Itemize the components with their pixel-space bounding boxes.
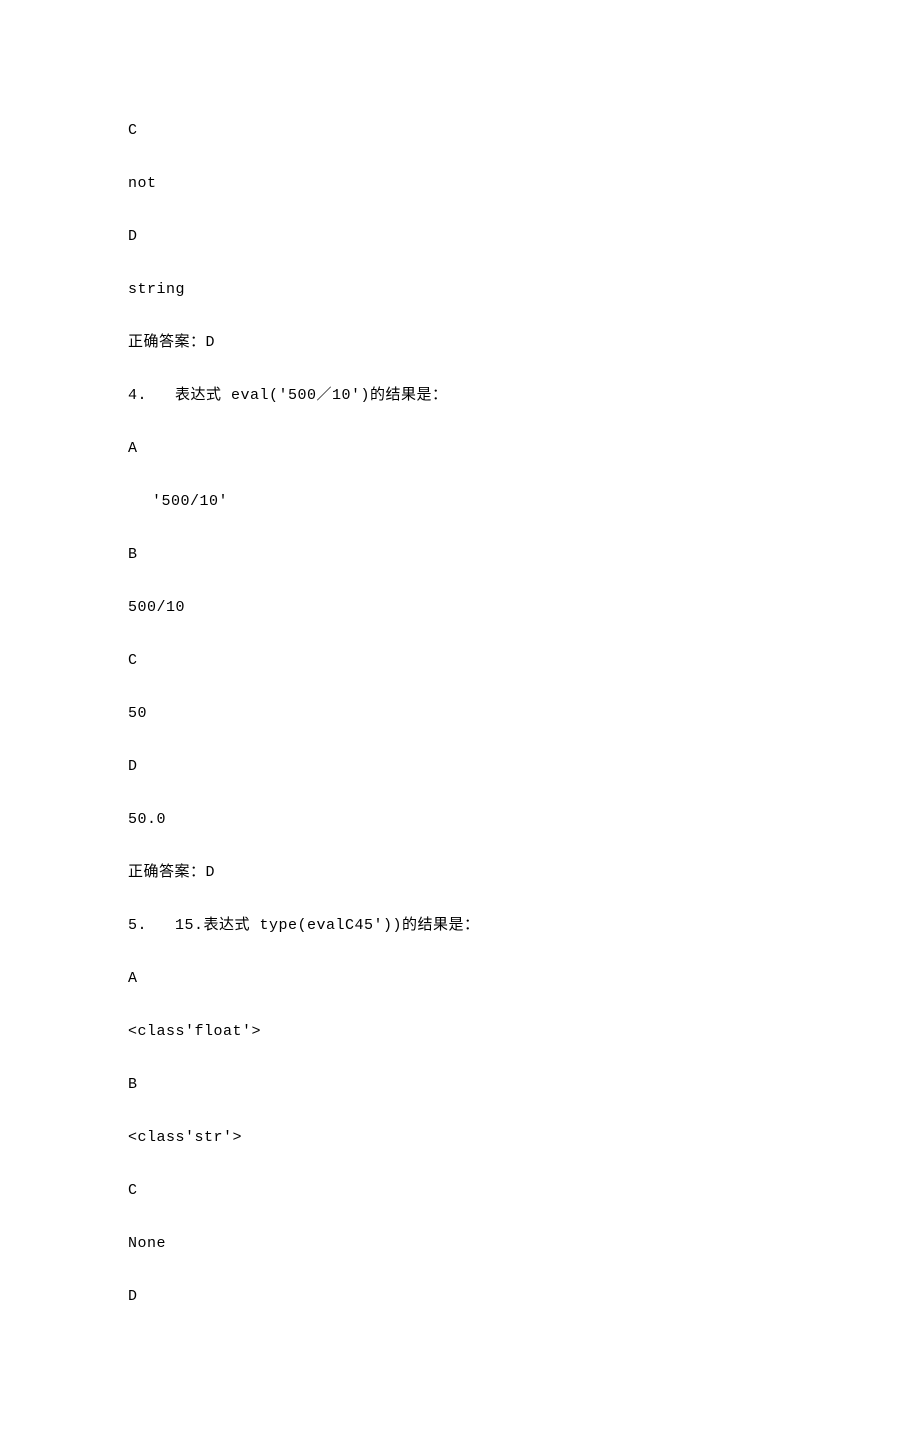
option-text-b: 500/10 <box>128 597 792 618</box>
option-text-a: <class'float'> <box>128 1021 792 1042</box>
option-letter-c: C <box>128 1180 792 1201</box>
question-5: 5. 15.表达式 type(evalC45'))的结果是： <box>128 915 792 936</box>
option-text-a: '500/10' <box>128 491 792 512</box>
option-letter-d: D <box>128 1286 792 1307</box>
option-letter-b: B <box>128 544 792 565</box>
answer-value: D <box>206 334 216 351</box>
option-text-b: <class'str'> <box>128 1127 792 1148</box>
option-text-d: 50.0 <box>128 809 792 830</box>
answer-label: 正确答案： <box>128 334 206 351</box>
option-letter-d: D <box>128 756 792 777</box>
question-text: 表达式 eval('500／10')的结果是： <box>175 387 448 404</box>
option-text-not: not <box>128 173 792 194</box>
answer-value: D <box>206 864 216 881</box>
option-letter-a: A <box>128 968 792 989</box>
option-letter-c: C <box>128 650 792 671</box>
question-text: 15.表达式 type(evalC45'))的结果是： <box>175 917 480 934</box>
question-4: 4. 表达式 eval('500／10')的结果是： <box>128 385 792 406</box>
option-letter-b: B <box>128 1074 792 1095</box>
correct-answer-q3: 正确答案：D <box>128 332 792 353</box>
question-number: 4. <box>128 387 147 404</box>
option-text-c: 50 <box>128 703 792 724</box>
option-text-c: None <box>128 1233 792 1254</box>
answer-label: 正确答案： <box>128 864 206 881</box>
correct-answer-q4: 正确答案：D <box>128 862 792 883</box>
option-letter-d: D <box>128 226 792 247</box>
option-letter-c: C <box>128 120 792 141</box>
document-page: C not D string 正确答案：D 4.表达式 eval('500／10… <box>0 0 920 1439</box>
question-number: 5. <box>128 917 147 934</box>
option-letter-a: A <box>128 438 792 459</box>
option-text-string: string <box>128 279 792 300</box>
